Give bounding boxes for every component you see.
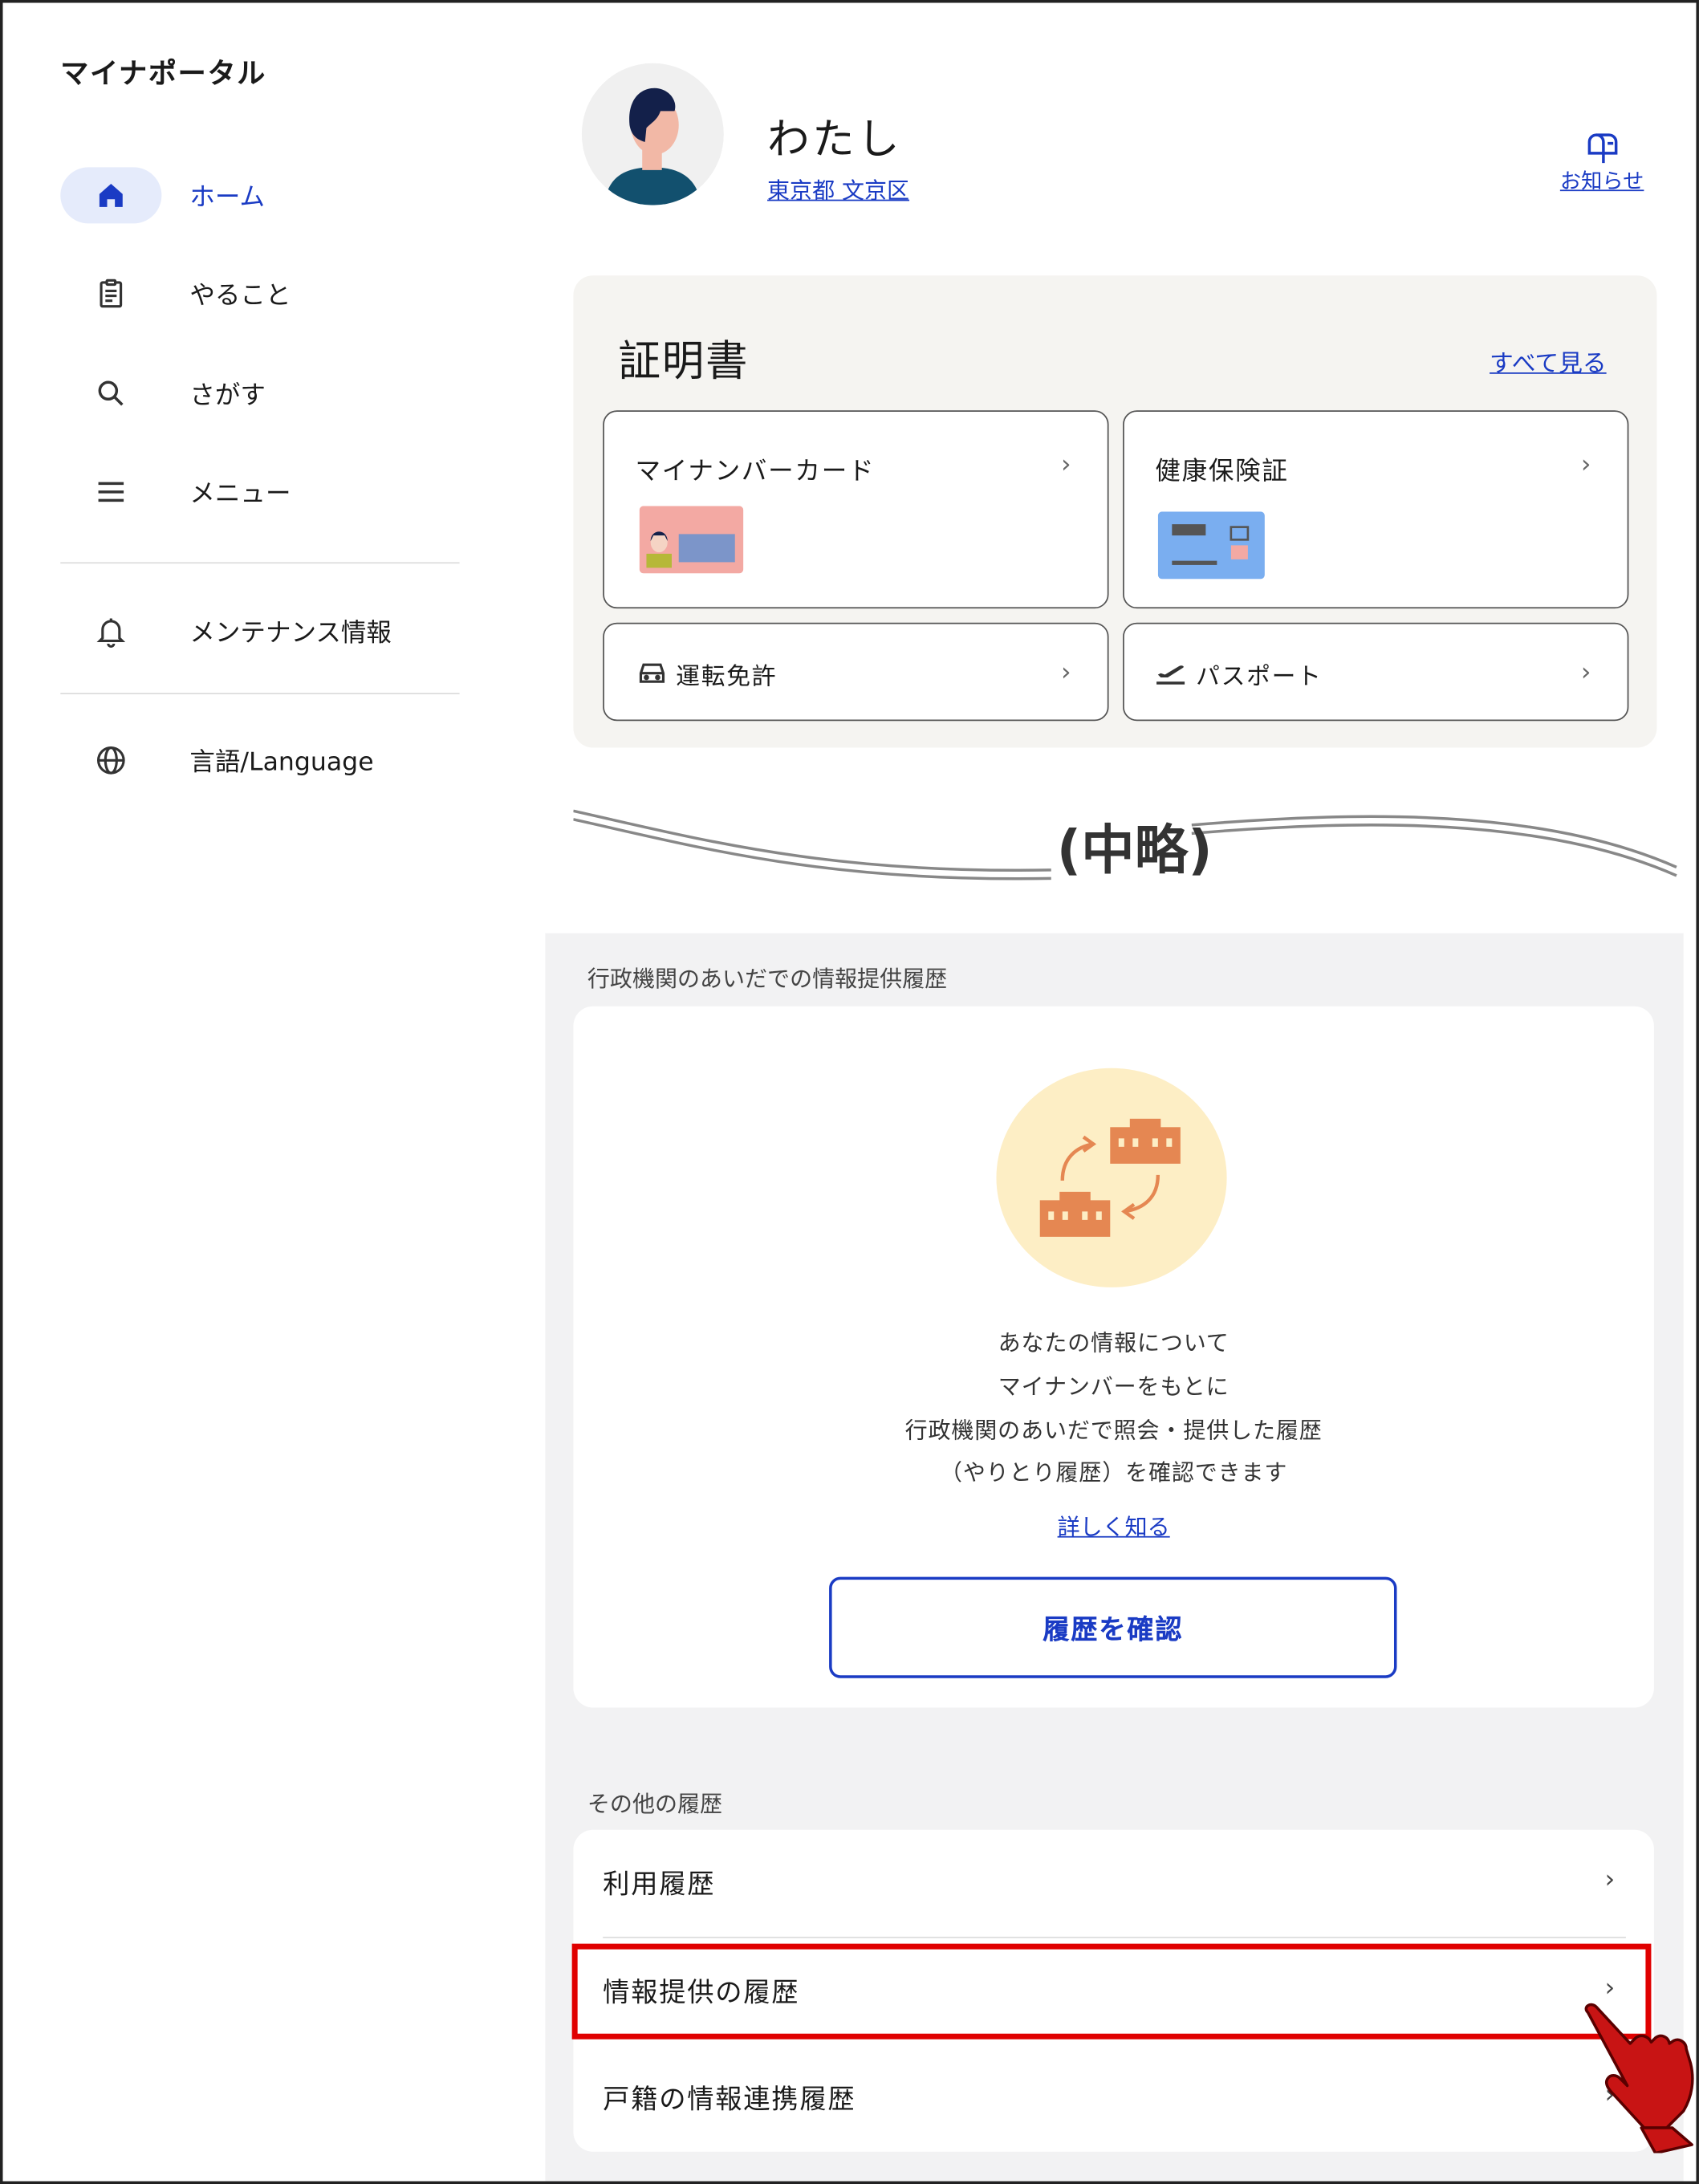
omission-label: (中略) bbox=[1056, 819, 1213, 881]
mynumber-card-tile[interactable]: マイナンバーカード › bbox=[603, 410, 1109, 609]
car-icon bbox=[638, 661, 666, 692]
globe-icon bbox=[60, 732, 161, 788]
sidebar-item-label: メニュー bbox=[189, 479, 291, 509]
info-provision-section-label: 行政機関のあいだでの情報提供履歴 bbox=[587, 965, 948, 993]
sidebar-item-search[interactable]: さがす bbox=[60, 364, 459, 424]
health-insurance-card-tile[interactable]: 健康保険証 › bbox=[1123, 410, 1629, 609]
sidebar-item-todo[interactable]: やること bbox=[60, 264, 459, 323]
sidebar-item-label: さがす bbox=[189, 380, 266, 411]
mynumber-card-icon bbox=[639, 506, 744, 579]
sidebar-item-label: やること bbox=[189, 281, 291, 311]
chevron-right-icon: › bbox=[1061, 657, 1071, 688]
airplane-icon bbox=[1155, 657, 1186, 691]
chevron-right-icon: › bbox=[1061, 449, 1071, 480]
usage-history-item[interactable]: 利用履歴 › bbox=[573, 1830, 1654, 1937]
buildings-exchange-icon bbox=[995, 1065, 1229, 1295]
drivers-license-tile[interactable]: 運転免許 › bbox=[603, 622, 1109, 722]
card-label: 運転免許 bbox=[676, 663, 778, 692]
view-history-button[interactable]: 履歴を確認 bbox=[829, 1576, 1397, 1678]
sidebar-item-label: メンテナンス情報 bbox=[189, 618, 392, 649]
sidebar-divider bbox=[60, 562, 460, 564]
other-history-section-label: その他の履歴 bbox=[587, 1790, 723, 1818]
chevron-right-icon: › bbox=[1580, 657, 1591, 688]
sidebar-item-menu[interactable]: メニュー bbox=[60, 462, 459, 522]
menu-icon bbox=[60, 464, 161, 520]
card-label: マイナンバーカード bbox=[635, 457, 876, 486]
passport-tile[interactable]: パスポート › bbox=[1123, 622, 1629, 722]
list-item-label: 戸籍の情報連携履歴 bbox=[603, 2084, 856, 2116]
mailbox-icon bbox=[1549, 129, 1656, 166]
chevron-right-icon: › bbox=[1604, 1865, 1616, 1895]
list-item-label: 利用履歴 bbox=[603, 1869, 716, 1901]
see-all-link[interactable]: すべて見る bbox=[1490, 343, 1607, 378]
learn-more-link[interactable]: 詳しく知る bbox=[573, 1508, 1654, 1542]
search-icon bbox=[60, 365, 161, 421]
info-provision-description-line: マイナンバーをもとに bbox=[998, 1373, 1230, 1400]
sidebar-divider bbox=[60, 693, 460, 694]
bell-icon bbox=[60, 603, 161, 659]
info-provision-description-line: 行政機関のあいだで照会・提供した履歴 bbox=[904, 1417, 1323, 1444]
notifications-label: お知らせ bbox=[1559, 169, 1644, 194]
user-location-link[interactable]: 東京都 文京区 bbox=[767, 172, 909, 205]
card-label: 健康保険証 bbox=[1155, 457, 1289, 486]
home-icon bbox=[60, 167, 162, 224]
sidebar-item-home[interactable]: ホーム bbox=[60, 166, 459, 226]
notifications-button[interactable]: お知らせ bbox=[1549, 129, 1656, 195]
health-insurance-card-icon bbox=[1157, 511, 1265, 584]
info-provision-description-line: あなたの情報について bbox=[998, 1329, 1230, 1356]
sidebar-item-language[interactable]: 言語/Language bbox=[60, 731, 459, 791]
highlight-box bbox=[571, 1943, 1652, 2040]
info-provision-description-line: （やりとり履歴）を確認できます bbox=[939, 1458, 1288, 1486]
user-name: わたし bbox=[767, 115, 903, 165]
sidebar-item-label: ホーム bbox=[189, 182, 266, 213]
app-title: マイナポータル bbox=[60, 56, 267, 91]
card-label: パスポート bbox=[1196, 663, 1323, 692]
chevron-right-icon: › bbox=[1580, 449, 1591, 480]
certificates-title: 証明書 bbox=[618, 337, 750, 387]
page: マイナポータル ホーム やること さがす メニュー メンテナンス情報 言語/La… bbox=[0, 0, 1699, 2184]
family-register-history-item[interactable]: 戸籍の情報連携履歴 › bbox=[573, 2045, 1654, 2152]
sidebar-item-maintenance[interactable]: メンテナンス情報 bbox=[60, 601, 459, 661]
avatar bbox=[581, 63, 724, 205]
sidebar-item-label: 言語/Language bbox=[189, 747, 374, 778]
clipboard-icon bbox=[60, 266, 161, 322]
pointing-hand-icon bbox=[1574, 1999, 1696, 2159]
